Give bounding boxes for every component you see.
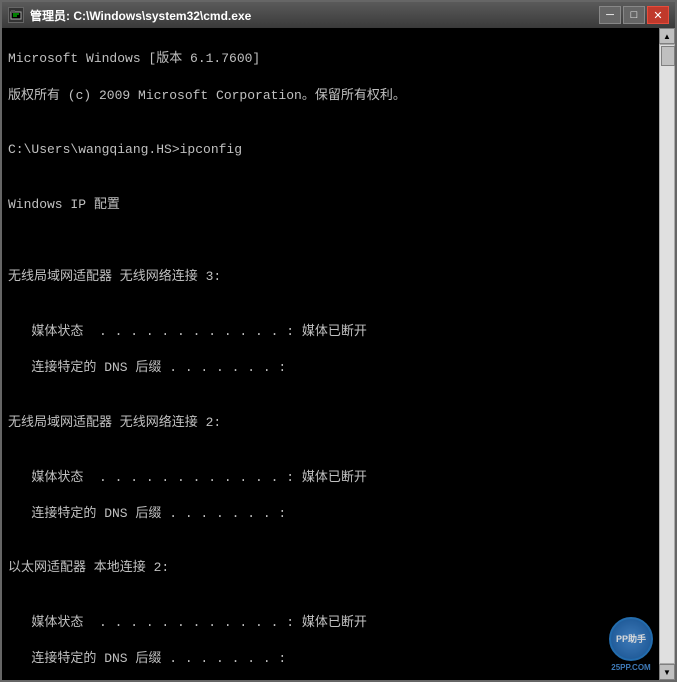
maximize-button[interactable]: □ — [623, 6, 645, 24]
scroll-thumb[interactable] — [661, 46, 675, 66]
app-icon — [8, 7, 24, 23]
section3-header: 以太网适配器 本地连接 2: — [8, 559, 653, 577]
scroll-up-arrow[interactable]: ▲ — [659, 28, 675, 44]
line-prompt: C:\Users\wangqiang.HS>ipconfig — [8, 141, 653, 159]
cmd-body: Microsoft Windows [版本 6.1.7600] 版权所有 (c)… — [2, 28, 675, 680]
watermark-circle: PP助手 — [609, 617, 653, 661]
line-win-version: Microsoft Windows [版本 6.1.7600] — [8, 50, 653, 68]
section3-dns: 连接特定的 DNS 后缀 . . . . . . . : — [8, 650, 653, 668]
section1-dns: 连接特定的 DNS 后缀 . . . . . . . : — [8, 359, 653, 377]
window-controls: ─ □ ✕ — [599, 6, 669, 24]
line-win-ip: Windows IP 配置 — [8, 196, 653, 214]
cmd-window: 管理员: C:\Windows\system32\cmd.exe ─ □ ✕ M… — [0, 0, 677, 682]
line-copyright: 版权所有 (c) 2009 Microsoft Corporation。保留所有… — [8, 87, 653, 105]
section2-header: 无线局域网适配器 无线网络连接 2: — [8, 414, 653, 432]
watermark-label: PP助手 — [616, 634, 646, 645]
titlebar: 管理员: C:\Windows\system32\cmd.exe ─ □ ✕ — [2, 2, 675, 28]
close-button[interactable]: ✕ — [647, 6, 669, 24]
section2-dns: 连接特定的 DNS 后缀 . . . . . . . : — [8, 505, 653, 523]
section3-media: 媒体状态 . . . . . . . . . . . . : 媒体已断开 — [8, 614, 653, 632]
section2-media: 媒体状态 . . . . . . . . . . . . : 媒体已断开 — [8, 469, 653, 487]
section1-header: 无线局域网适配器 无线网络连接 3: — [8, 268, 653, 286]
window-title: 管理员: C:\Windows\system32\cmd.exe — [30, 7, 599, 24]
scroll-track[interactable] — [659, 44, 675, 664]
cmd-output[interactable]: Microsoft Windows [版本 6.1.7600] 版权所有 (c)… — [2, 28, 659, 680]
watermark-url: 25PP.COM — [611, 663, 650, 672]
scrollbar[interactable]: ▲ ▼ — [659, 28, 675, 680]
section1-media: 媒体状态 . . . . . . . . . . . . : 媒体已断开 — [8, 323, 653, 341]
watermark: PP助手 25PP.COM — [609, 617, 653, 672]
minimize-button[interactable]: ─ — [599, 6, 621, 24]
scroll-down-arrow[interactable]: ▼ — [659, 664, 675, 680]
